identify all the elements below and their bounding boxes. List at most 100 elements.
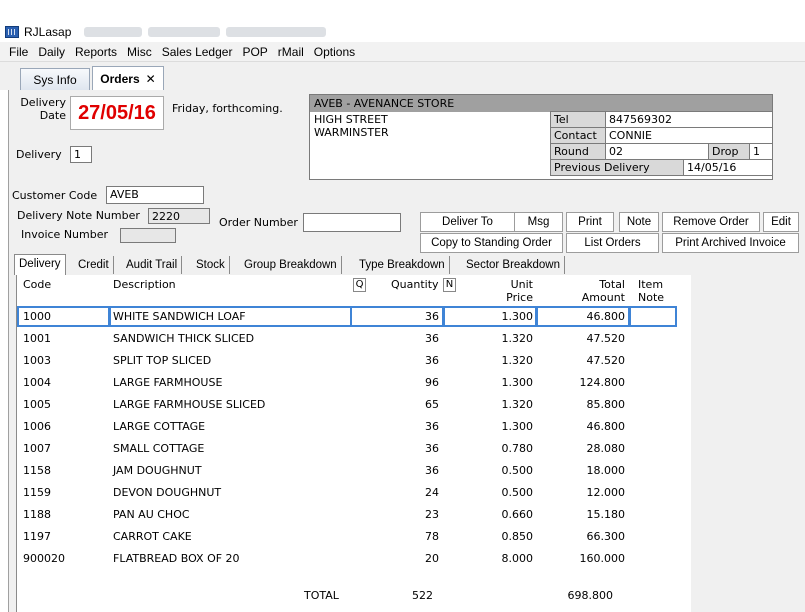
copy-to-standing-order-button[interactable]: Copy to Standing Order xyxy=(420,233,563,253)
cell-unit-price[interactable]: 1.320 xyxy=(467,398,534,411)
cell-total-amount[interactable]: 15.180 xyxy=(557,508,626,521)
cell-unit-price[interactable]: 1.320 xyxy=(467,332,534,345)
cell-unit-price[interactable]: 0.500 xyxy=(467,486,534,499)
menu-options[interactable]: Options xyxy=(309,45,360,59)
cell-quantity[interactable]: 65 xyxy=(387,398,439,411)
menu-file[interactable]: File xyxy=(4,45,33,59)
cell-code[interactable]: 1003 xyxy=(23,354,103,367)
cell-code[interactable]: 1158 xyxy=(23,464,103,477)
cell-quantity[interactable]: 23 xyxy=(387,508,439,521)
tab-sys-info[interactable]: Sys Info xyxy=(20,68,90,90)
cell-description[interactable]: PAN AU CHOC xyxy=(113,508,343,521)
table-row[interactable]: 1197 CARROT CAKE 78 0.850 66.300 xyxy=(17,525,692,547)
cell-unit-price[interactable]: 0.500 xyxy=(467,464,534,477)
table-row[interactable]: 1003 SPLIT TOP SLICED 36 1.320 47.520 xyxy=(17,349,692,371)
cell-description[interactable]: LARGE COTTAGE xyxy=(113,420,343,433)
tab-credit[interactable]: Credit xyxy=(74,256,114,274)
cell-code[interactable]: 1159 xyxy=(23,486,103,499)
cell-total-amount[interactable]: 12.000 xyxy=(557,486,626,499)
cell-description[interactable]: LARGE FARMHOUSE xyxy=(113,376,343,389)
cell-total-amount[interactable]: 47.520 xyxy=(557,332,626,345)
cell-unit-price[interactable]: 8.000 xyxy=(467,552,534,565)
header-quantity[interactable]: Quantity xyxy=(391,278,439,291)
sort-q-badge[interactable]: Q xyxy=(353,278,366,292)
order-number-field[interactable] xyxy=(303,213,401,232)
cell-description[interactable]: WHITE SANDWICH LOAF xyxy=(113,310,343,323)
cell-quantity[interactable]: 24 xyxy=(387,486,439,499)
header-item-note[interactable]: Item Note xyxy=(638,278,664,304)
invoice-number-field[interactable] xyxy=(120,228,176,243)
table-row[interactable]: 1000 WHITE SANDWICH LOAF 36 1.300 46.800 xyxy=(17,305,692,327)
cell-total-amount[interactable]: 124.800 xyxy=(557,376,626,389)
table-row[interactable]: 1188 PAN AU CHOC 23 0.660 15.180 xyxy=(17,503,692,525)
table-row[interactable]: 1005 LARGE FARMHOUSE SLICED 65 1.320 85.800 xyxy=(17,393,692,415)
tab-type-breakdown[interactable]: Type Breakdown xyxy=(355,256,450,274)
cell-code[interactable]: 1001 xyxy=(23,332,103,345)
menu-reports[interactable]: Reports xyxy=(70,45,122,59)
header-unit-price[interactable]: Unit Price xyxy=(487,278,533,304)
cell-quantity[interactable]: 36 xyxy=(387,464,439,477)
tab-sector-breakdown[interactable]: Sector Breakdown xyxy=(462,256,565,274)
cell-description[interactable]: JAM DOUGHNUT xyxy=(113,464,343,477)
cell-code[interactable]: 900020 xyxy=(23,552,103,565)
header-code[interactable]: Code xyxy=(23,278,51,291)
remove-order-button[interactable]: Remove Order xyxy=(662,212,760,232)
table-row[interactable]: 1158 JAM DOUGHNUT 36 0.500 18.000 xyxy=(17,459,692,481)
cell-total-amount[interactable]: 18.000 xyxy=(557,464,626,477)
cell-description[interactable]: SPLIT TOP SLICED xyxy=(113,354,343,367)
cell-unit-price[interactable]: 0.780 xyxy=(467,442,534,455)
deliver-to-button[interactable]: Deliver To xyxy=(420,212,515,232)
delivery-number-field[interactable]: 1 xyxy=(70,146,92,163)
note-button[interactable]: Note xyxy=(619,212,659,232)
delivery-note-field[interactable]: 2220 xyxy=(148,208,210,224)
cell-unit-price[interactable]: 1.300 xyxy=(467,420,534,433)
tab-stock[interactable]: Stock xyxy=(192,256,230,274)
table-row[interactable]: 900020 FLATBREAD BOX OF 20 20 8.000 160.000 xyxy=(17,547,692,569)
cell-quantity[interactable]: 96 xyxy=(387,376,439,389)
cell-code[interactable]: 1000 xyxy=(23,310,103,323)
cell-total-amount[interactable]: 28.080 xyxy=(557,442,626,455)
tab-delivery[interactable]: Delivery xyxy=(14,254,66,275)
table-row[interactable]: 1159 DEVON DOUGHNUT 24 0.500 12.000 xyxy=(17,481,692,503)
cell-quantity[interactable]: 78 xyxy=(387,530,439,543)
tab-audit-trail[interactable]: Audit Trail xyxy=(122,256,183,274)
header-description[interactable]: Description xyxy=(113,278,176,291)
cell-quantity[interactable]: 36 xyxy=(387,310,439,323)
close-icon[interactable]: ✕ xyxy=(146,72,156,86)
cell-code[interactable]: 1188 xyxy=(23,508,103,521)
cell-code[interactable]: 1004 xyxy=(23,376,103,389)
cell-code[interactable]: 1007 xyxy=(23,442,103,455)
cell-code[interactable]: 1006 xyxy=(23,420,103,433)
cell-description[interactable]: LARGE FARMHOUSE SLICED xyxy=(113,398,343,411)
tab-group-breakdown[interactable]: Group Breakdown xyxy=(240,256,342,274)
cell-description[interactable]: SMALL COTTAGE xyxy=(113,442,343,455)
menu-sales-ledger[interactable]: Sales Ledger xyxy=(157,45,238,59)
cell-description[interactable]: DEVON DOUGHNUT xyxy=(113,486,343,499)
cell-unit-price[interactable]: 1.320 xyxy=(467,354,534,367)
cell-quantity[interactable]: 36 xyxy=(387,332,439,345)
msg-button[interactable]: Msg xyxy=(514,212,563,232)
table-row[interactable]: 1007 SMALL COTTAGE 36 0.780 28.080 xyxy=(17,437,692,459)
cell-total-amount[interactable]: 160.000 xyxy=(557,552,626,565)
table-row[interactable]: 1004 LARGE FARMHOUSE 96 1.300 124.800 xyxy=(17,371,692,393)
print-button[interactable]: Print xyxy=(566,212,614,232)
menu-daily[interactable]: Daily xyxy=(33,45,70,59)
cell-unit-price[interactable]: 1.300 xyxy=(467,376,534,389)
cell-unit-price[interactable]: 0.660 xyxy=(467,508,534,521)
cell-code[interactable]: 1197 xyxy=(23,530,103,543)
cell-description[interactable]: FLATBREAD BOX OF 20 xyxy=(113,552,343,565)
table-row[interactable]: 1006 LARGE COTTAGE 36 1.300 46.800 xyxy=(17,415,692,437)
cell-quantity[interactable]: 36 xyxy=(387,442,439,455)
menu-pop[interactable]: POP xyxy=(237,45,272,59)
cell-code[interactable]: 1005 xyxy=(23,398,103,411)
print-archived-invoice-button[interactable]: Print Archived Invoice xyxy=(662,233,799,253)
cell-total-amount[interactable]: 66.300 xyxy=(557,530,626,543)
cell-total-amount[interactable]: 46.800 xyxy=(557,310,626,323)
tab-orders[interactable]: Orders ✕ xyxy=(92,66,164,91)
cell-quantity[interactable]: 36 xyxy=(387,420,439,433)
menu-misc[interactable]: Misc xyxy=(122,45,157,59)
sort-n-badge[interactable]: N xyxy=(443,278,456,292)
customer-code-field[interactable]: AVEB xyxy=(106,186,204,204)
cell-quantity[interactable]: 36 xyxy=(387,354,439,367)
cell-total-amount[interactable]: 85.800 xyxy=(557,398,626,411)
